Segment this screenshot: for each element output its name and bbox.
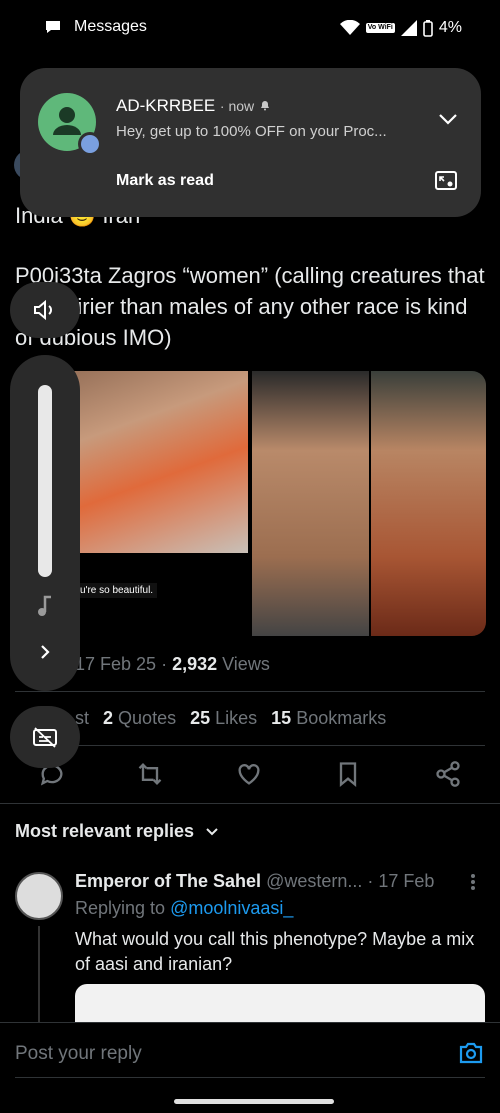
likes-count: 25 [190,708,211,728]
divider [0,803,500,804]
chevron-down-icon [206,828,218,836]
music-note-icon[interactable] [34,593,56,619]
thread-line [38,926,40,1026]
views-count: 2,932 [172,654,218,674]
more-options-icon[interactable] [468,872,478,892]
composer-underline [15,1077,485,1078]
notification-sender: AD-KRRBEE [116,96,216,115]
caption-off-icon [33,727,57,748]
bookmarks-count: 15 [271,708,292,728]
live-caption-button[interactable] [10,706,80,768]
bookmark-icon[interactable] [334,760,362,788]
replying-to-handle[interactable]: @moolnivaasi_ [170,898,293,918]
replying-to: Replying to @moolnivaasi_ [75,898,293,919]
reply-date: · 17 Feb [367,871,435,891]
bubble-icon[interactable] [434,170,458,192]
like-icon[interactable] [235,760,263,788]
chevron-right-icon[interactable] [36,643,54,661]
reply-author-handle[interactable]: @western... [266,871,362,891]
tweet-actions [0,760,500,790]
mark-as-read-button[interactable]: Mark as read [116,172,214,190]
quotes-label: Quotes [118,708,177,728]
quotes-count: 2 [103,708,114,728]
vowifi-badge: Vo WiFi [365,23,395,33]
notification-title: AD-KRRBEE · now [116,96,271,116]
notification-card[interactable]: AD-KRRBEE · now Hey, get up to 100% OFF … [20,68,481,217]
volume-slider[interactable] [38,385,52,577]
bookmarks-label: Bookmarks [296,708,387,728]
tweet-date: 17 Feb 25 [75,654,157,674]
reply-avatar[interactable] [15,872,63,920]
status-bar: Messages Vo WiFi 4% [0,0,500,58]
expand-chevron-icon[interactable] [438,112,458,126]
tweet-stats: st 2 Quotes 25 Likes 15 Bookmarks [75,708,386,729]
divider [15,691,485,692]
signal-icon [400,20,417,36]
notification-body: Hey, get up to 100% OFF on your Proc... [116,123,387,140]
tweet-meta: 17 Feb 25 · 2,932 Views [75,654,270,674]
home-indicator[interactable] [174,1099,334,1104]
share-icon[interactable] [434,760,462,788]
likes-label: Likes [215,708,258,728]
camera-icon[interactable] [458,1042,484,1064]
battery-percent: 4% [438,19,462,36]
battery-icon [423,19,433,37]
repost-icon[interactable] [136,760,164,788]
replies-sort-label: Most relevant replies [15,821,195,841]
notification-time: · now [219,98,255,114]
quotes-stat[interactable]: 2 Quotes [103,708,176,729]
media-caption: u're so beautiful. [76,583,158,598]
bookmarks-stat[interactable]: 15 Bookmarks [271,708,386,729]
replying-prefix: Replying to [75,898,166,918]
speaker-icon [34,299,52,321]
reply-author-name[interactable]: Emperor of The Sahel [75,871,261,891]
reply-header: Emperor of The Sahel @western... · 17 Fe… [75,871,434,892]
volume-panel [10,355,80,691]
messages-icon [46,21,60,33]
messages-badge-icon [78,132,102,156]
reply-input[interactable]: Post your reply [15,1043,142,1065]
views-label: Views [222,654,270,674]
divider [15,745,485,746]
reply-composer: Post your reply [0,1022,500,1082]
media-image-3[interactable] [371,371,486,636]
volume-button[interactable] [10,282,80,338]
replies-sort-dropdown[interactable]: Most relevant replies [15,821,219,842]
likes-stat[interactable]: 25 Likes [190,708,257,729]
reply-media[interactable] [75,984,485,1024]
status-app-label: Messages [74,18,147,35]
tweet-text: P00i33ta Zagros “women” (calling creatur… [15,263,485,350]
alert-bell-icon [260,101,269,111]
tweet-media[interactable]: u're so beautiful. [16,371,486,636]
wifi-icon [339,20,360,35]
media-image-2[interactable] [252,371,369,636]
reply-text: What would you call this phenotype? Mayb… [75,929,475,974]
